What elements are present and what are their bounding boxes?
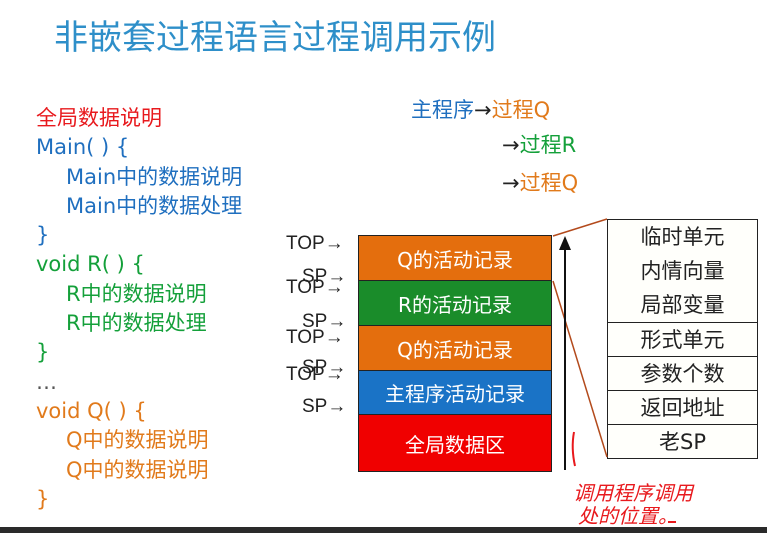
- activation-record-detail: 临时单元 内情向量 局部变量 形式单元 参数个数 返回地址 老SP: [607, 219, 758, 459]
- call-target-r: 过程R: [519, 133, 577, 157]
- detail-cell: 形式单元: [608, 322, 757, 356]
- code-line: Main中的数据处理: [66, 193, 243, 218]
- bottom-bar: [0, 527, 767, 533]
- top-pointer: TOP→: [286, 327, 344, 348]
- code-line: Q中的数据说明: [66, 428, 209, 453]
- call-arrow: →: [474, 98, 492, 122]
- code-line: Main中的数据说明: [66, 164, 243, 189]
- runtime-stack: Q的活动记录 R的活动记录 Q的活动记录 主程序活动记录 全局数据区: [358, 235, 552, 472]
- detail-cell: 老SP: [608, 424, 757, 458]
- global-data-area: 全局数据区: [359, 415, 551, 471]
- slide-title: 非嵌套过程语言过程调用示例: [54, 18, 496, 58]
- code-line: void Q( ) {: [36, 398, 147, 423]
- call-sequence-q2: →过程Q: [502, 167, 578, 197]
- code-line: }: [36, 340, 50, 365]
- code-line: }: [36, 486, 50, 511]
- top-pointer: TOP→: [286, 364, 344, 385]
- detail-cell: 临时单元: [640, 225, 725, 249]
- call-sequence-main: 主程序→过程Q: [411, 94, 550, 124]
- call-target-q2: 过程Q: [519, 171, 579, 195]
- detail-connector-bottom: [552, 280, 608, 458]
- code-listing: 全局数据说明 Main( ) { Main中的数据说明 Main中的数据处理 }…: [36, 104, 242, 514]
- code-line: Q中的数据说明: [66, 457, 209, 482]
- top-pointer: TOP→: [286, 233, 344, 254]
- code-line: …: [36, 369, 57, 394]
- activation-record-q: Q的活动记录: [359, 326, 551, 371]
- detail-cell: 参数个数: [608, 356, 757, 390]
- call-arrow: →: [502, 133, 520, 157]
- code-line: Main( ) {: [36, 135, 130, 160]
- activation-record-r: R的活动记录: [359, 281, 551, 326]
- call-target-q1: 过程Q: [491, 98, 551, 122]
- activation-record-main: 主程序活动记录: [359, 371, 551, 415]
- code-line: }: [36, 223, 50, 248]
- call-main-label: 主程序: [411, 98, 474, 122]
- code-line: R中的数据处理: [66, 311, 207, 336]
- handwritten-bracket: [571, 431, 576, 467]
- code-line: void R( ) {: [36, 252, 145, 277]
- detail-cell: 返回地址: [608, 390, 757, 424]
- top-pointer: TOP→: [286, 277, 344, 298]
- sp-pointer: SP→: [302, 396, 347, 417]
- activation-record-q-top: Q的活动记录: [359, 236, 551, 281]
- call-sequence-r: →过程R: [502, 129, 576, 159]
- code-line: 全局数据说明: [36, 106, 162, 130]
- stack-growth-arrowhead: [559, 236, 571, 250]
- handwritten-note-line2: 处的位置。: [578, 504, 678, 528]
- detail-cell: 内情向量: [640, 259, 725, 283]
- detail-connector-top: [552, 218, 608, 237]
- call-arrow: →: [502, 171, 520, 195]
- code-line: R中的数据说明: [66, 281, 207, 306]
- detail-cell: 局部变量: [640, 293, 725, 317]
